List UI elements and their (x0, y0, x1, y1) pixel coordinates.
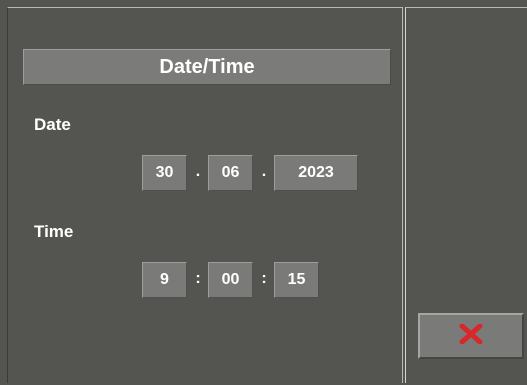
time-second-field[interactable]: 15 (274, 262, 319, 298)
date-month-field[interactable]: 06 (208, 155, 253, 191)
time-hour-field[interactable]: 9 (142, 262, 187, 298)
date-label: Date (34, 115, 71, 134)
time-separator-1: : (195, 270, 201, 287)
device-screen: Date/Time Date 30 . 06 . 2023 Time 9 : 0… (0, 0, 527, 385)
time-minute-field[interactable]: 00 (208, 262, 253, 298)
date-year-field[interactable]: 2023 (274, 155, 358, 191)
time-separator-2: : (261, 270, 267, 287)
close-x-icon (458, 323, 484, 349)
dialog-title: Date/Time (23, 49, 391, 85)
date-day-field[interactable]: 30 (142, 155, 187, 191)
date-separator-2: . (261, 163, 267, 180)
cancel-button[interactable] (418, 313, 524, 359)
time-label: Time (34, 222, 74, 241)
date-separator-1: . (195, 163, 201, 180)
